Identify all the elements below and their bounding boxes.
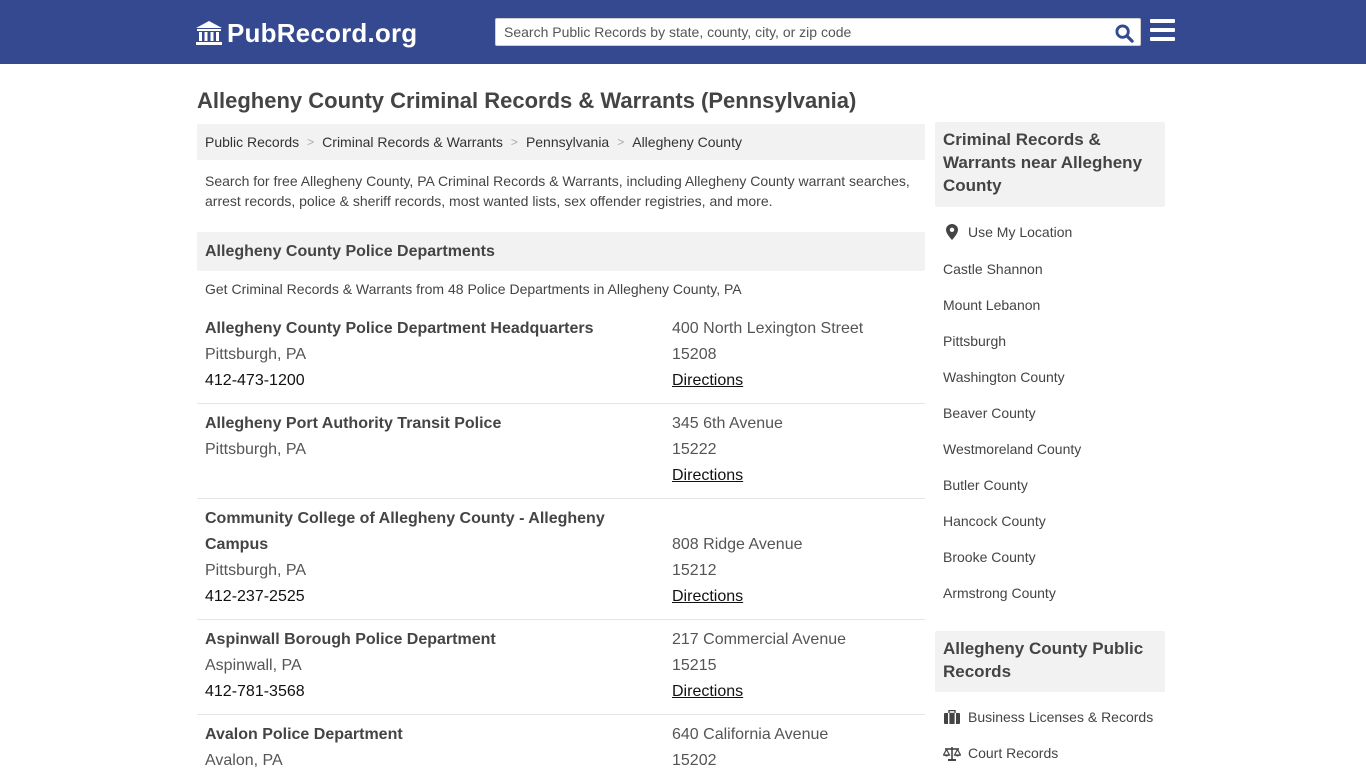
department-row: Avalon Police Department Avalon, PA 640 … — [197, 722, 925, 768]
department-address: 400 North Lexington Street — [672, 320, 864, 337]
department-row: Community College of Allegheny County - … — [197, 506, 925, 620]
breadcrumb-allegheny-county[interactable]: Allegheny County — [632, 134, 742, 150]
section-subtitle: Get Criminal Records & Warrants from 48 … — [205, 281, 742, 297]
nearby-link-hancock-county[interactable]: Hancock County — [943, 513, 1046, 529]
search-input[interactable] — [496, 19, 1106, 45]
department-phone[interactable]: 412-781-3568 — [205, 679, 645, 705]
department-row: Allegheny Port Authority Transit Police … — [197, 411, 925, 499]
search-box — [495, 18, 1141, 46]
department-address: 640 California Avenue — [672, 726, 829, 743]
map-marker-icon — [943, 224, 961, 240]
department-city: Avalon, PA — [205, 752, 283, 768]
department-address: 345 6th Avenue — [672, 415, 783, 432]
menu-bar-icon — [1150, 19, 1175, 23]
nearby-link-beaver-county[interactable]: Beaver County — [943, 405, 1036, 421]
nearby-link-pittsburgh[interactable]: Pittsburgh — [943, 333, 1006, 349]
department-zip: 15222 — [672, 441, 717, 458]
court-records-label: Court Records — [968, 745, 1059, 761]
hamburger-menu-button[interactable] — [1150, 19, 1176, 43]
directions-link[interactable]: Directions — [672, 368, 922, 394]
directions-link[interactable]: Directions — [672, 584, 922, 610]
department-zip: 15215 — [672, 657, 717, 674]
department-city: Pittsburgh, PA — [205, 562, 307, 579]
menu-bar-icon — [1150, 28, 1175, 32]
breadcrumb: Public Records > Criminal Records & Warr… — [197, 124, 925, 160]
breadcrumb-public-records[interactable]: Public Records — [205, 134, 299, 150]
search-button[interactable] — [1112, 21, 1136, 45]
use-my-location-link[interactable]: Use My Location — [943, 224, 1072, 240]
page-title: Allegheny County Criminal Records & Warr… — [197, 88, 857, 113]
logo-text: PubRecord.org — [227, 17, 418, 48]
sidebar-public-records-title: Allegheny County Public Records — [935, 631, 1165, 692]
nearby-link-mount-lebanon[interactable]: Mount Lebanon — [943, 297, 1040, 313]
breadcrumb-pennsylvania[interactable]: Pennsylvania — [526, 134, 609, 150]
department-address: 808 Ridge Avenue — [672, 536, 803, 553]
nearby-link-armstrong-county[interactable]: Armstrong County — [943, 585, 1056, 601]
site-logo[interactable]: PubRecord.org — [195, 18, 417, 48]
business-licenses-label: Business Licenses & Records — [968, 709, 1154, 725]
department-row: Allegheny County Police Department Headq… — [197, 316, 925, 404]
department-address: 217 Commercial Avenue — [672, 631, 847, 648]
department-phone[interactable]: 412-473-1200 — [205, 368, 645, 394]
breadcrumb-criminal-records[interactable]: Criminal Records & Warrants — [322, 134, 503, 150]
section-title: Allegheny County Police Departments — [197, 232, 925, 271]
court-records-link[interactable]: Court Records — [943, 745, 1058, 761]
department-zip: 15208 — [672, 346, 717, 363]
nearby-link-butler-county[interactable]: Butler County — [943, 477, 1028, 493]
top-navbar: PubRecord.org — [0, 0, 1366, 64]
department-city: Pittsburgh, PA — [205, 346, 307, 363]
nearby-link-castle-shannon[interactable]: Castle Shannon — [943, 261, 1043, 277]
intro-text: Search for free Allegheny County, PA Cri… — [205, 173, 910, 209]
department-city: Aspinwall, PA — [205, 657, 302, 674]
breadcrumb-separator: > — [510, 135, 518, 149]
nearby-link-brooke-county[interactable]: Brooke County — [943, 549, 1036, 565]
search-icon — [1114, 23, 1134, 43]
briefcase-icon — [943, 709, 961, 725]
department-name: Allegheny Port Authority Transit Police — [205, 415, 502, 432]
nearby-link-washington-county[interactable]: Washington County — [943, 369, 1065, 385]
directions-link[interactable]: Directions — [672, 463, 922, 489]
department-name: Allegheny County Police Department Headq… — [205, 320, 594, 337]
department-row: Aspinwall Borough Police Department Aspi… — [197, 627, 925, 715]
department-name-continued: Campus — [205, 536, 269, 553]
department-city: Pittsburgh, PA — [205, 441, 307, 458]
courthouse-icon — [196, 21, 222, 45]
department-phone[interactable]: 412-237-2525 — [205, 584, 645, 610]
department-name: Avalon Police Department — [205, 726, 403, 743]
breadcrumb-separator: > — [617, 135, 625, 149]
directions-link[interactable]: Directions — [672, 679, 922, 705]
menu-bar-icon — [1150, 37, 1175, 41]
use-my-location-label: Use My Location — [968, 224, 1073, 240]
sidebar-nearby-title: Criminal Records & Warrants near Alleghe… — [935, 122, 1165, 207]
nearby-link-westmoreland-county[interactable]: Westmoreland County — [943, 441, 1081, 457]
department-zip: 15212 — [672, 562, 717, 579]
department-zip: 15202 — [672, 752, 717, 768]
scales-icon — [943, 745, 961, 761]
department-name: Community College of Allegheny County - … — [205, 510, 605, 527]
department-name: Aspinwall Borough Police Department — [205, 631, 496, 648]
breadcrumb-separator: > — [307, 135, 315, 149]
business-licenses-link[interactable]: Business Licenses & Records — [943, 709, 1153, 725]
